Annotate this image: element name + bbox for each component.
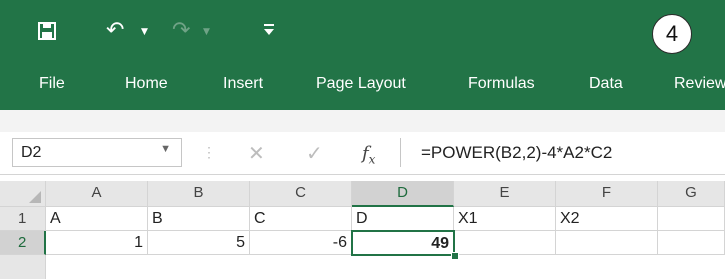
tab-file[interactable]: File bbox=[39, 75, 65, 93]
cell-g1[interactable] bbox=[658, 207, 725, 231]
redo-icon[interactable]: ↷ bbox=[172, 20, 190, 42]
row-header-1[interactable]: 1 bbox=[0, 207, 46, 231]
cell-a1[interactable]: A bbox=[46, 207, 148, 231]
tab-home[interactable]: Home bbox=[125, 75, 168, 93]
column-header-g[interactable]: G bbox=[658, 181, 725, 207]
column-header-f[interactable]: F bbox=[556, 181, 658, 207]
enter-icon[interactable]: ✓ bbox=[306, 141, 323, 165]
row-header-2[interactable]: 2 bbox=[0, 231, 46, 255]
chevron-down-icon[interactable]: ▼ bbox=[160, 143, 171, 155]
tab-insert[interactable]: Insert bbox=[223, 75, 263, 93]
tab-page-layout[interactable]: Page Layout bbox=[316, 75, 406, 93]
cell-g2[interactable] bbox=[658, 231, 725, 255]
cell-f2[interactable] bbox=[556, 231, 658, 255]
customize-qat-icon[interactable] bbox=[264, 24, 274, 39]
column-header-b[interactable]: B bbox=[148, 181, 250, 207]
save-icon[interactable] bbox=[38, 22, 56, 40]
ribbon-body bbox=[0, 110, 725, 133]
cell-c1[interactable]: C bbox=[250, 207, 352, 231]
step-number-badge: 4 bbox=[652, 14, 692, 54]
column-header-d[interactable]: D bbox=[352, 181, 454, 207]
insert-function-icon[interactable]: fx bbox=[362, 143, 375, 167]
ribbon-tabs: File Home Insert Page Layout Formulas Da… bbox=[0, 64, 725, 110]
cell-f1[interactable]: X2 bbox=[556, 207, 658, 231]
cell-b2[interactable]: 5 bbox=[148, 231, 250, 255]
formula-bar-grip-icon: ⋮ bbox=[202, 144, 216, 160]
tab-review[interactable]: Review bbox=[674, 75, 725, 93]
undo-dropdown-icon[interactable]: ▼ bbox=[141, 28, 148, 37]
select-all-corner[interactable] bbox=[0, 181, 46, 207]
formula-input[interactable]: =POWER(B2,2)-4*A2*C2 bbox=[400, 138, 725, 167]
cell-e1[interactable]: X1 bbox=[454, 207, 556, 231]
row-header-3[interactable] bbox=[0, 255, 46, 279]
column-header-a[interactable]: A bbox=[46, 181, 148, 207]
column-header-e[interactable]: E bbox=[454, 181, 556, 207]
fill-handle[interactable] bbox=[451, 252, 459, 260]
title-bar: ↶ ▼ ↷ ▼ 4 bbox=[0, 0, 725, 64]
cell-a2[interactable]: 1 bbox=[46, 231, 148, 255]
redo-dropdown-icon[interactable]: ▼ bbox=[203, 28, 210, 37]
cancel-icon[interactable]: ✕ bbox=[248, 141, 265, 165]
spreadsheet-grid: A B C D E F G 1 A B C D X1 X2 2 1 5 -6 4… bbox=[0, 181, 725, 279]
cell-b1[interactable]: B bbox=[148, 207, 250, 231]
undo-icon[interactable]: ↶ bbox=[106, 20, 124, 42]
cell-d2-active[interactable]: 49 bbox=[351, 230, 455, 256]
tab-data[interactable]: Data bbox=[589, 75, 623, 93]
cell-e2[interactable] bbox=[454, 231, 556, 255]
cell-c2[interactable]: -6 bbox=[250, 231, 352, 255]
formula-text: =POWER(B2,2)-4*A2*C2 bbox=[421, 143, 613, 162]
column-header-c[interactable]: C bbox=[250, 181, 352, 207]
name-box[interactable]: D2 ▼ bbox=[12, 138, 182, 167]
cell-d1[interactable]: D bbox=[352, 207, 454, 231]
tab-formulas[interactable]: Formulas bbox=[468, 75, 535, 93]
name-box-value: D2 bbox=[21, 144, 42, 161]
